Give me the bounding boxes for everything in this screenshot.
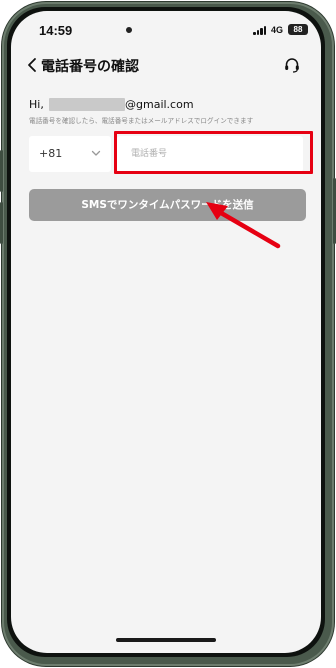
home-indicator bbox=[116, 638, 216, 642]
volume-up-button bbox=[0, 150, 3, 192]
screen: 14:59 4G 88 電話番号の確認 Hi, @gmail.com 電話番号を… bbox=[11, 11, 321, 653]
redacted-email-username bbox=[49, 98, 125, 111]
page-title: 電話番号の確認 bbox=[41, 59, 139, 75]
camera-dot bbox=[126, 27, 132, 33]
chevron-down-icon bbox=[91, 150, 101, 156]
country-code-value: +81 bbox=[39, 147, 63, 160]
chevron-left-icon[interactable] bbox=[25, 57, 39, 73]
hint-text: 電話番号を確認したら、電話番号またはメールアドレスでログインできます bbox=[29, 117, 254, 125]
header: 電話番号の確認 bbox=[11, 51, 321, 79]
greeting-email-domain: @gmail.com bbox=[125, 98, 194, 111]
phone-number-input[interactable] bbox=[117, 136, 303, 172]
status-bar: 14:59 4G 88 bbox=[11, 11, 321, 45]
volume-down-button bbox=[0, 202, 3, 244]
headset-icon[interactable] bbox=[283, 56, 301, 74]
greeting-prefix: Hi, bbox=[29, 98, 44, 111]
status-time: 14:59 bbox=[39, 23, 73, 38]
battery-icon: 88 bbox=[288, 24, 308, 35]
send-otp-button[interactable]: SMSでワンタイムパスワードを送信 bbox=[29, 189, 306, 221]
phone-input-container bbox=[117, 136, 303, 172]
signal-icon bbox=[253, 26, 267, 35]
network-label: 4G bbox=[271, 25, 284, 35]
country-code-select[interactable]: +81 bbox=[29, 136, 111, 172]
